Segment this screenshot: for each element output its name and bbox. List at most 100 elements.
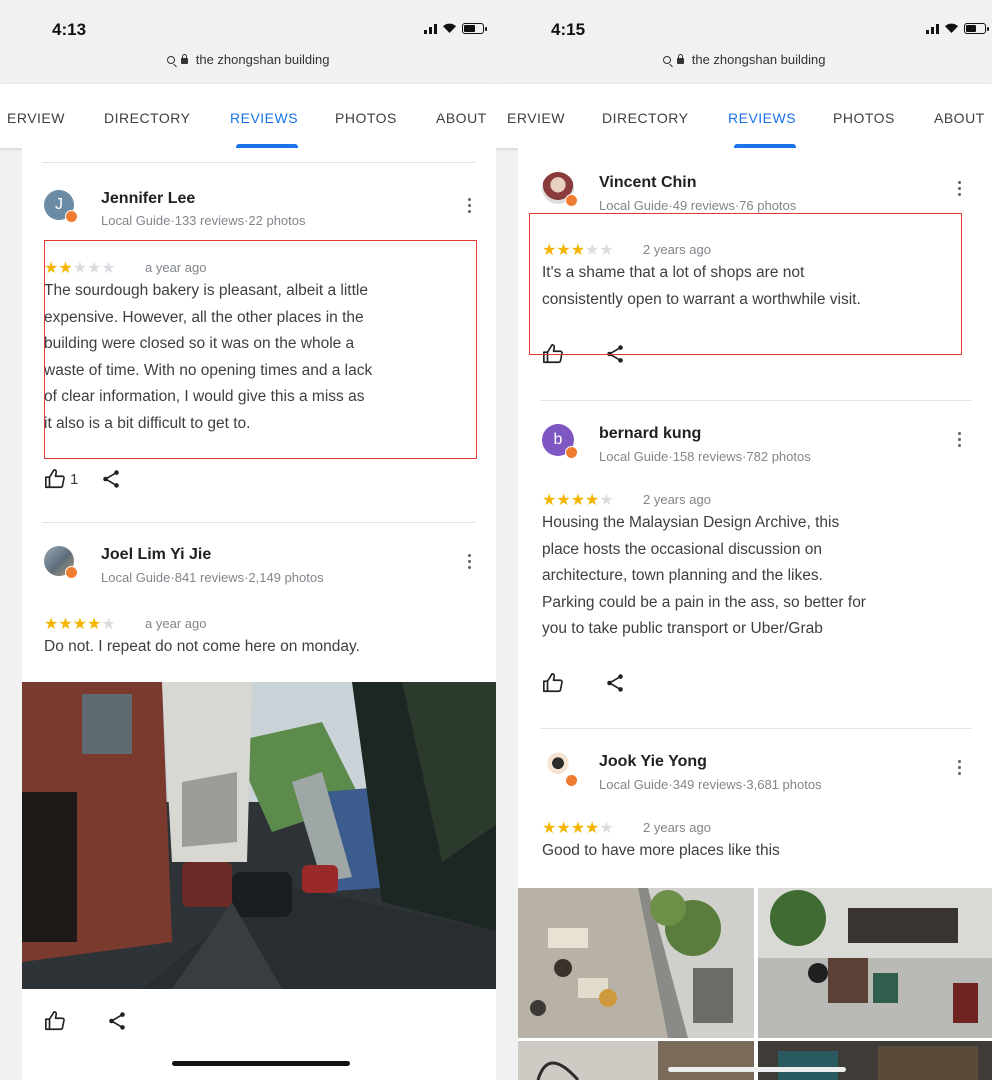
review-photo[interactable] bbox=[758, 1041, 992, 1080]
home-indicator bbox=[668, 1067, 846, 1072]
lock-icon bbox=[677, 54, 685, 64]
reviews-list: J Jennifer Lee Local Guide·133 reviews·2… bbox=[22, 148, 496, 1080]
url-bar[interactable]: the zhongshan building bbox=[0, 52, 496, 67]
more-options-icon[interactable] bbox=[958, 760, 962, 775]
status-time: 4:15 bbox=[551, 20, 586, 39]
tab-reviews[interactable]: REVIEWS bbox=[728, 110, 796, 126]
share-icon[interactable] bbox=[106, 1010, 128, 1032]
status-icons bbox=[926, 22, 989, 34]
tab-reviews[interactable]: REVIEWS bbox=[230, 110, 298, 126]
review-actions bbox=[44, 1010, 128, 1032]
reviewer-name[interactable]: Jennifer Lee bbox=[101, 190, 195, 208]
review-line: you to take public transport or Uber/Gra… bbox=[542, 620, 823, 637]
like-count: 1 bbox=[70, 470, 79, 488]
url-bar[interactable]: the zhongshan building bbox=[496, 52, 992, 67]
divider bbox=[42, 162, 476, 163]
avatar[interactable] bbox=[542, 172, 578, 207]
review-photo[interactable] bbox=[518, 888, 754, 1038]
reviewer-meta: Local Guide·49 reviews·76 photos bbox=[599, 198, 797, 213]
home-indicator bbox=[172, 1061, 350, 1066]
wifi-icon bbox=[944, 22, 959, 34]
tab-photos[interactable]: PHOTOS bbox=[335, 110, 397, 126]
star-rating: ★★★★★ bbox=[542, 492, 614, 509]
tab-overview[interactable]: ERVIEW bbox=[507, 110, 565, 126]
avatar[interactable] bbox=[44, 546, 78, 579]
review-text: Do not. I repeat do not come here on mon… bbox=[44, 638, 360, 655]
status-icons bbox=[424, 22, 487, 34]
thumbs-up-icon[interactable] bbox=[44, 1010, 66, 1032]
url-text: the zhongshan building bbox=[195, 52, 330, 67]
local-guide-badge-icon bbox=[565, 446, 578, 459]
share-icon[interactable] bbox=[100, 468, 122, 490]
divider bbox=[42, 522, 476, 523]
local-guide-badge-icon bbox=[65, 566, 78, 579]
local-guide-badge-icon bbox=[65, 210, 78, 223]
reviewer-name[interactable]: Joel Lim Yi Jie bbox=[101, 546, 211, 564]
tab-directory[interactable]: DIRECTORY bbox=[104, 110, 190, 126]
tab-bar: ERVIEW DIRECTORY REVIEWS PHOTOS ABOUT bbox=[496, 84, 992, 148]
reviewer-name[interactable]: Jook Yie Yong bbox=[599, 753, 707, 771]
url-text: the zhongshan building bbox=[691, 52, 826, 67]
local-guide-badge-icon bbox=[565, 194, 578, 207]
star-rating: ★★★★★ bbox=[542, 820, 614, 837]
review-photo[interactable] bbox=[22, 682, 496, 989]
review-date: a year ago bbox=[145, 616, 207, 631]
avatar-initial: b bbox=[553, 431, 563, 448]
tab-about[interactable]: ABOUT bbox=[934, 110, 985, 126]
reviews-list: Vincent Chin Local Guide·49 reviews·76 p… bbox=[518, 148, 992, 1080]
avatar[interactable] bbox=[542, 752, 578, 787]
battery-icon bbox=[462, 22, 487, 34]
review-line: Housing the Malaysian Design Archive, th… bbox=[542, 514, 840, 531]
signal-icon bbox=[424, 22, 437, 34]
review-text: Housing the Malaysian Design Archive, th… bbox=[542, 510, 866, 643]
thumbs-up-icon[interactable] bbox=[542, 672, 564, 694]
wifi-icon bbox=[442, 22, 457, 34]
avatar-initial: J bbox=[55, 196, 63, 213]
highlight-box bbox=[44, 240, 477, 459]
more-options-icon[interactable] bbox=[958, 432, 962, 447]
left-screenshot: 4:13 the zhongshan building ERVIEW DIREC… bbox=[0, 0, 496, 1080]
reviewer-meta: Local Guide·841 reviews·2,149 photos bbox=[101, 570, 324, 585]
search-icon bbox=[662, 56, 671, 64]
review-date: 2 years ago bbox=[643, 820, 711, 835]
review-actions bbox=[542, 672, 626, 694]
signal-icon bbox=[926, 22, 939, 34]
more-options-icon[interactable] bbox=[958, 181, 962, 196]
avatar[interactable]: J bbox=[44, 190, 78, 223]
reviewer-meta: Local Guide·133 reviews·22 photos bbox=[101, 213, 306, 228]
review-photo[interactable] bbox=[758, 888, 992, 1038]
share-icon[interactable] bbox=[604, 672, 626, 694]
review-line: place hosts the occasional discussion on bbox=[542, 540, 823, 558]
review-line: architecture, town planning and the like… bbox=[542, 567, 823, 584]
search-icon bbox=[166, 56, 175, 64]
right-screenshot: 4:15 the zhongshan building ERVIEW DIREC… bbox=[496, 0, 992, 1080]
review-photo[interactable] bbox=[518, 1041, 754, 1080]
tab-about[interactable]: ABOUT bbox=[436, 110, 487, 126]
review-date: 2 years ago bbox=[643, 492, 711, 507]
review-actions: 1 bbox=[44, 468, 122, 490]
thumbs-up-icon[interactable] bbox=[44, 468, 66, 490]
review-line: Parking could be a pain in the ass, so b… bbox=[542, 593, 866, 611]
status-bar: 4:13 bbox=[0, 0, 496, 44]
reviewer-name[interactable]: bernard kung bbox=[599, 425, 701, 443]
reviewer-meta: Local Guide·158 reviews·782 photos bbox=[599, 449, 811, 464]
tab-overview[interactable]: ERVIEW bbox=[7, 110, 65, 126]
tab-photos[interactable]: PHOTOS bbox=[833, 110, 895, 126]
divider bbox=[540, 400, 972, 401]
divider bbox=[540, 728, 972, 729]
avatar[interactable]: b bbox=[542, 424, 578, 459]
more-options-icon[interactable] bbox=[468, 554, 472, 569]
status-time: 4:13 bbox=[52, 20, 87, 39]
reviewer-meta: Local Guide·349 reviews·3,681 photos bbox=[599, 777, 822, 792]
tab-bar: ERVIEW DIRECTORY REVIEWS PHOTOS ABOUT bbox=[0, 84, 496, 148]
highlight-box bbox=[529, 213, 962, 355]
local-guide-badge-icon bbox=[565, 774, 578, 787]
star-rating: ★★★★★ bbox=[44, 616, 116, 633]
more-options-icon[interactable] bbox=[468, 198, 472, 213]
review-text: Good to have more places like this bbox=[542, 842, 780, 859]
reviewer-name[interactable]: Vincent Chin bbox=[599, 174, 697, 192]
status-bar: 4:15 bbox=[496, 0, 992, 44]
tab-directory[interactable]: DIRECTORY bbox=[602, 110, 688, 126]
battery-icon bbox=[964, 22, 989, 34]
lock-icon bbox=[181, 54, 189, 64]
